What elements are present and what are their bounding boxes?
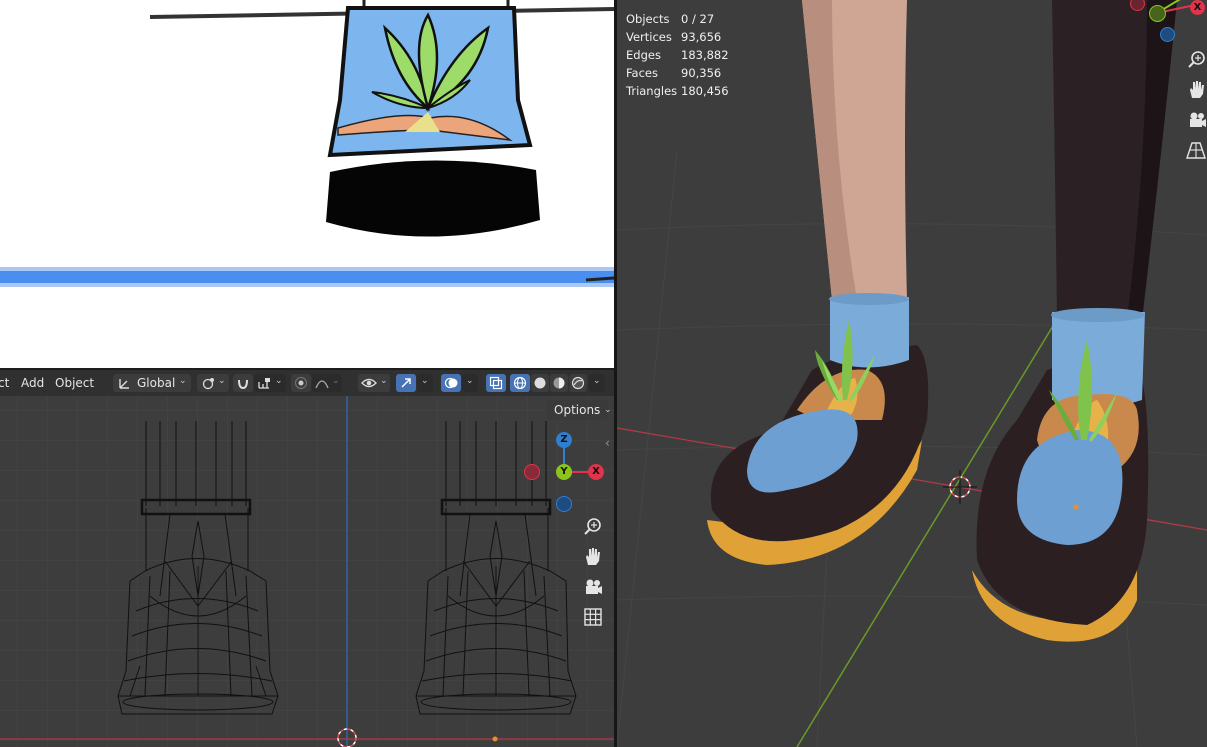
shading-solid-button[interactable]: [531, 374, 549, 392]
add-menu[interactable]: Add: [21, 370, 44, 396]
overlays-toggle[interactable]: [441, 374, 461, 392]
orientation-label: Global: [137, 376, 176, 390]
stat-label: Objects: [626, 12, 670, 26]
chevron-down-icon: ⌄: [275, 376, 283, 386]
snap-toggle[interactable]: [233, 374, 253, 392]
solid-viewport[interactable]: [617, 0, 1207, 747]
chevron-down-icon: ⌄: [380, 376, 388, 386]
gizmo-toggle[interactable]: [396, 374, 416, 392]
chevron-down-icon: ⌄: [593, 376, 601, 386]
gizmo-neg-x-axis[interactable]: [524, 464, 540, 480]
zoom-icon[interactable]: [581, 515, 605, 539]
chevron-down-icon: ⌄: [421, 376, 429, 386]
snap-increment-icon: [258, 378, 270, 389]
gizmo-z-axis[interactable]: [1160, 27, 1175, 42]
shading-rendered-button[interactable]: [569, 374, 587, 392]
eye-icon: [361, 378, 377, 388]
origin-dot: [492, 736, 498, 742]
gizmo-z-axis[interactable]: Z: [556, 432, 572, 448]
chevron-down-icon: ⌄: [218, 376, 226, 386]
stat-value: 0 / 27: [681, 12, 715, 26]
transform-orientation-dropdown[interactable]: Global ⌄: [113, 374, 191, 392]
shoe-reference-drawing: [0, 0, 614, 287]
overlays-dropdown[interactable]: ⌄: [462, 374, 478, 392]
magnet-icon: [238, 379, 248, 390]
options-label: Options: [554, 403, 601, 417]
gizmo-x-axis[interactable]: X: [1190, 0, 1205, 15]
viewport-header: ct Add Object Global ⌄ ⌄ ⌄ ⌄ ⌄ ⌄ ⌄ ⌄: [0, 370, 614, 396]
character-feet-scene: [617, 0, 1207, 747]
stat-value: 90,356: [681, 66, 722, 80]
xray-icon: [489, 376, 503, 390]
chevron-down-icon: ⌄: [604, 405, 612, 415]
proportional-editing-icon: [295, 377, 307, 389]
gizmo-neg-z-axis[interactable]: [556, 496, 572, 512]
chevron-down-icon: ⌄: [332, 376, 340, 386]
gizmo-x-axis[interactable]: X: [588, 464, 604, 480]
material-sphere-icon: [553, 377, 565, 389]
chevron-down-icon: ⌄: [466, 376, 474, 386]
gizmo-y-axis[interactable]: [1149, 5, 1166, 22]
stat-value: 180,456: [681, 84, 729, 98]
stat-value: 93,656: [681, 30, 722, 44]
hand-pan-icon[interactable]: [1184, 78, 1207, 102]
stat-label: Faces: [626, 66, 658, 80]
zoom-icon[interactable]: [1184, 48, 1207, 72]
navigation-gizmo-left[interactable]: Z X Y: [520, 430, 610, 520]
viewport-navigation-left: [581, 515, 605, 635]
origin-dot-right: [1073, 504, 1079, 510]
falloff-curve-icon: [315, 380, 329, 389]
chevron-down-icon: ⌄: [179, 376, 187, 386]
viewport-navigation-right: [1184, 48, 1207, 168]
camera-icon[interactable]: [581, 575, 605, 599]
snap-target-dropdown[interactable]: ⌄: [254, 374, 286, 392]
shading-material-button[interactable]: [550, 374, 568, 392]
stat-label: Triangles: [626, 84, 678, 98]
stat-label: Vertices: [626, 30, 672, 44]
falloff-dropdown[interactable]: ⌄: [312, 374, 342, 392]
perspective-toggle-icon[interactable]: [1184, 138, 1207, 162]
grid-view-icon[interactable]: [581, 605, 605, 629]
gizmo-icon: [401, 378, 411, 388]
select-menu[interactable]: ct: [0, 370, 9, 396]
scene-statistics: Objects 0 / 27 Vertices 93,656 Edges 183,88…: [626, 10, 751, 100]
reference-image-editor[interactable]: [0, 0, 614, 368]
stat-label: Edges: [626, 48, 661, 62]
pivot-icon: [202, 378, 214, 390]
rendered-sphere-icon: [571, 376, 585, 390]
proportional-editing-toggle[interactable]: [291, 374, 311, 392]
transform-axes-icon: [119, 379, 129, 389]
gizmo-y-axis[interactable]: Y: [556, 464, 572, 480]
hand-pan-icon[interactable]: [581, 545, 605, 569]
shading-wireframe-button[interactable]: [510, 374, 530, 392]
shading-dropdown[interactable]: ⌄: [589, 374, 605, 392]
navigation-gizmo-right[interactable]: X: [1120, 0, 1207, 50]
selectability-visibility-dropdown[interactable]: ⌄: [358, 374, 390, 392]
stat-value: 183,882: [681, 48, 729, 62]
overlays-icon: [444, 377, 458, 389]
xray-toggle[interactable]: [486, 374, 506, 392]
pivot-point-dropdown[interactable]: ⌄: [197, 374, 229, 392]
gizmo-dropdown[interactable]: ⌄: [417, 374, 433, 392]
solid-sphere-icon: [534, 377, 546, 389]
camera-icon[interactable]: [1184, 108, 1207, 132]
wireframe-sphere-icon: [513, 376, 527, 390]
object-menu[interactable]: Object: [55, 370, 94, 396]
options-dropdown[interactable]: Options ⌄: [547, 400, 612, 420]
